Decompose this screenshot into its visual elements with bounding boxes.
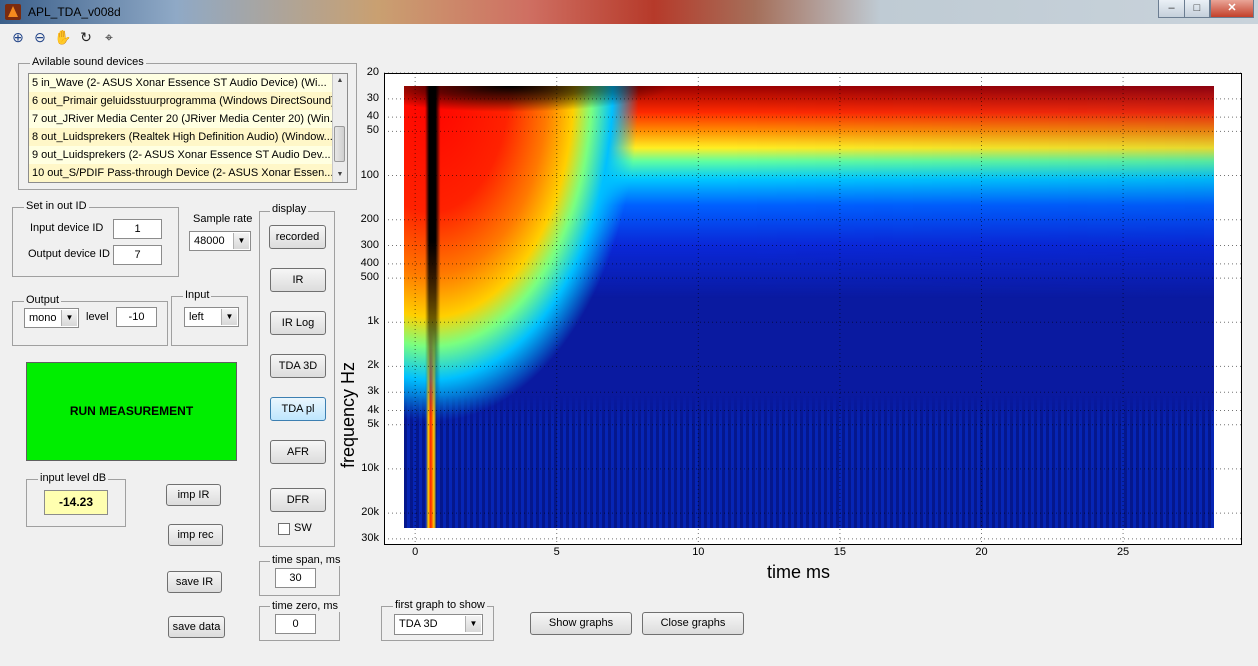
time-span-legend: time span, ms <box>270 554 343 566</box>
time-span-field[interactable]: 30 <box>275 568 316 588</box>
title-bar: APL_TDA_v008d – □ ✕ <box>0 0 1258 24</box>
input-level-legend: input level dB <box>38 472 109 484</box>
dfr-button[interactable]: DFR <box>270 488 326 512</box>
sample-rate-label: Sample rate <box>193 213 253 225</box>
y-tick-label: 50 <box>366 124 379 137</box>
recorded-button[interactable]: recorded <box>269 225 326 249</box>
io-id-panel <box>12 207 179 277</box>
matlab-app-icon <box>5 4 21 20</box>
time-zero-field[interactable]: 0 <box>275 614 316 634</box>
y-tick-label: 30k <box>361 531 379 544</box>
ir-log-button[interactable]: IR Log <box>270 311 326 335</box>
afr-button[interactable]: AFR <box>270 440 326 464</box>
chevron-down-icon: ▼ <box>221 309 237 325</box>
save-ir-button[interactable]: save IR <box>167 571 222 593</box>
list-item[interactable]: 7 out_JRiver Media Center 20 (JRiver Med… <box>29 110 332 128</box>
x-tick-label: 10 <box>692 546 705 558</box>
list-item[interactable]: 8 out_Luidsprekers (Realtek High Definit… <box>29 128 332 146</box>
zoom-out-icon[interactable]: ⊖ <box>31 28 49 46</box>
y-tick-label: 30 <box>366 91 379 104</box>
y-tick-label: 500 <box>360 271 379 284</box>
rotate-icon[interactable]: ↻ <box>77 28 95 46</box>
scroll-thumb[interactable] <box>334 126 345 162</box>
chevron-down-icon: ▼ <box>61 310 77 326</box>
first-graph-value: TDA 3D <box>399 618 438 630</box>
list-item[interactable]: 9 out_Luidsprekers (2- ASUS Xonar Essenc… <box>29 146 332 164</box>
first-graph-select[interactable]: TDA 3D ▼ <box>394 614 483 635</box>
window-title: APL_TDA_v008d <box>28 5 121 19</box>
y-tick-label: 20 <box>366 66 379 78</box>
x-axis-label: time ms <box>767 562 830 582</box>
output-device-id-field[interactable]: 7 <box>113 245 162 265</box>
chevron-down-icon: ▼ <box>233 233 249 249</box>
devices-scrollbar[interactable]: ▲ ▼ <box>332 74 347 182</box>
devices-listbox[interactable]: 5 in_Wave (2- ASUS Xonar Essence ST Audi… <box>28 73 348 183</box>
data-cursor-icon[interactable]: ⌖ <box>100 28 118 46</box>
sw-label: SW <box>294 522 312 534</box>
imp-ir-button[interactable]: imp IR <box>166 484 221 506</box>
output-legend: Output <box>24 294 62 306</box>
maximize-button[interactable]: □ <box>1184 0 1210 18</box>
input-channel-value: left <box>189 311 204 323</box>
scroll-up-icon[interactable]: ▲ <box>334 75 346 87</box>
heatmap-top-black <box>404 86 1214 528</box>
first-graph-legend: first graph to show <box>393 599 487 611</box>
x-tick-label: 5 <box>553 546 560 558</box>
y-axis-label: frequency Hz <box>338 361 358 468</box>
output-level-field[interactable]: -10 <box>116 307 157 327</box>
input-level-value: -14.23 <box>44 490 108 515</box>
show-graphs-button[interactable]: Show graphs <box>530 612 632 635</box>
io-id-legend: Set in out ID <box>24 200 89 212</box>
list-item[interactable]: 10 out_S/PDIF Pass-through Device (2- AS… <box>29 164 332 182</box>
input-device-id-field[interactable]: 1 <box>113 219 162 239</box>
pan-hand-icon[interactable]: ✋ <box>54 28 72 46</box>
ir-button[interactable]: IR <box>270 268 326 292</box>
save-data-button[interactable]: save data <box>168 616 225 638</box>
x-tick-label: 20 <box>975 546 988 558</box>
tda-3d-button[interactable]: TDA 3D <box>270 354 326 378</box>
output-mode-value: mono <box>29 312 57 324</box>
list-item[interactable]: 5 in_Wave (2- ASUS Xonar Essence ST Audi… <box>29 74 332 92</box>
input-legend: Input <box>183 289 212 301</box>
y-tick-label: 20k <box>361 506 379 519</box>
y-tick-label: 400 <box>360 256 379 269</box>
x-tick-label: 25 <box>1116 546 1130 558</box>
y-tick-label: 1k <box>367 315 379 328</box>
sw-checkbox[interactable] <box>278 523 290 535</box>
x-tick-label: 15 <box>833 546 847 558</box>
y-tick-label: 300 <box>360 238 379 251</box>
input-channel-select[interactable]: left ▼ <box>184 307 239 327</box>
display-legend: display <box>270 203 309 215</box>
y-tick-label: 40 <box>366 110 379 123</box>
input-device-id-label: Input device ID <box>30 222 104 234</box>
imp-rec-button[interactable]: imp rec <box>168 524 223 546</box>
y-tick-label: 200 <box>360 212 379 225</box>
y-tick-label: 100 <box>360 168 379 181</box>
output-mode-select[interactable]: mono ▼ <box>24 308 79 328</box>
scroll-down-icon[interactable]: ▼ <box>334 169 346 181</box>
x-tick-label: 0 <box>412 546 419 558</box>
time-zero-legend: time zero, ms <box>270 600 341 612</box>
close-graphs-button[interactable]: Close graphs <box>642 612 744 635</box>
sample-rate-select[interactable]: 48000 ▼ <box>189 231 251 251</box>
time-frequency-heatmap[interactable] <box>404 86 1214 528</box>
minimize-button[interactable]: – <box>1158 0 1185 18</box>
list-item[interactable]: 6 out_Primair geluidsstuurprogramma (Win… <box>29 92 332 110</box>
tda-pl-button[interactable]: TDA pl <box>270 397 326 421</box>
zoom-in-icon[interactable]: ⊕ <box>9 28 27 46</box>
run-measurement-button[interactable]: RUN MEASUREMENT <box>26 362 237 461</box>
devices-legend: Avilable sound devices <box>30 56 146 68</box>
figure-toolbar: ⊕ ⊖ ✋ ↻ ⌖ <box>0 24 1258 50</box>
chevron-down-icon: ▼ <box>465 616 481 632</box>
level-label: level <box>86 311 109 323</box>
sample-rate-value: 48000 <box>194 235 225 247</box>
close-button[interactable]: ✕ <box>1210 0 1254 18</box>
output-device-id-label: Output device ID <box>28 248 110 260</box>
